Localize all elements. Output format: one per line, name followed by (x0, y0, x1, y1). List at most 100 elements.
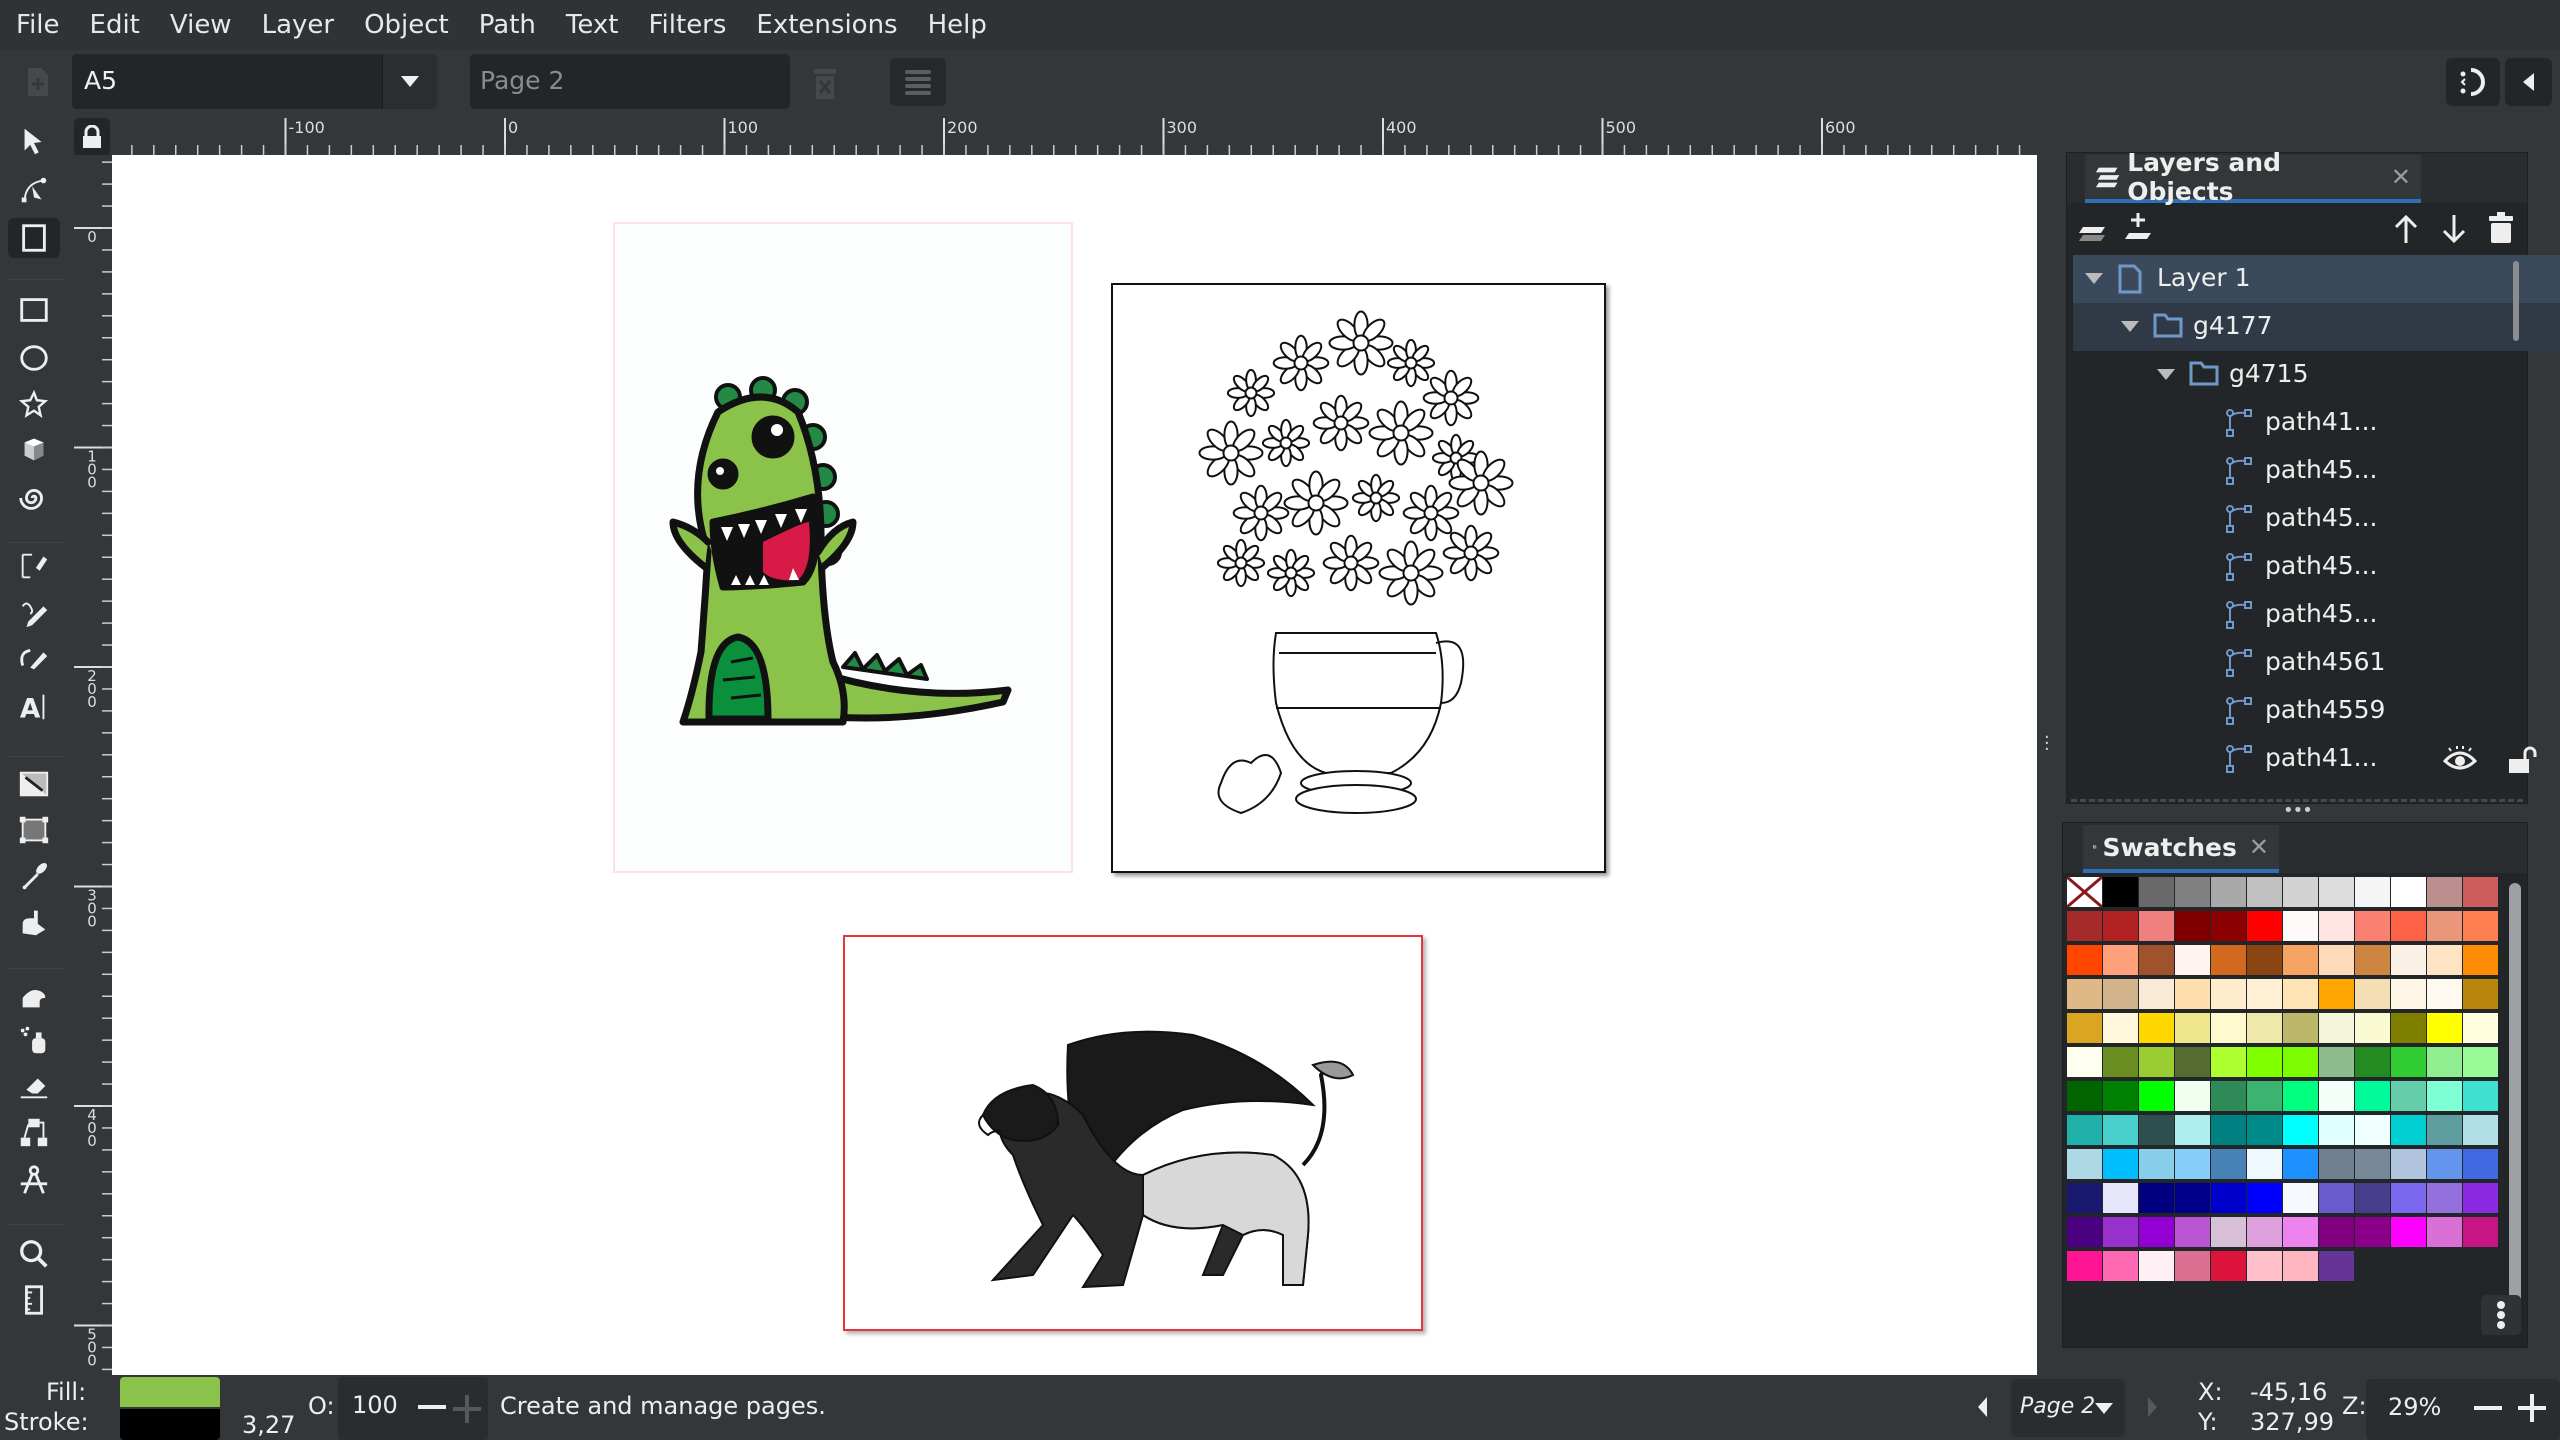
swatch[interactable] (2319, 1183, 2354, 1213)
layer-tree-row[interactable]: path41... (2073, 399, 2560, 447)
swatch[interactable] (2103, 1183, 2138, 1213)
swatch[interactable] (2103, 1047, 2138, 1077)
swatch[interactable] (2391, 1217, 2426, 1247)
swatch[interactable] (2247, 1115, 2282, 1145)
dock-resize-handle[interactable]: · · · (2044, 729, 2050, 759)
swatch[interactable] (2247, 877, 2282, 907)
swatch[interactable] (2463, 877, 2498, 907)
close-icon[interactable]: ✕ (2391, 163, 2411, 191)
dropper-tool[interactable] (8, 856, 60, 896)
swatch[interactable] (2319, 945, 2354, 975)
swatch[interactable] (2175, 1251, 2210, 1281)
swatch[interactable] (2427, 1149, 2462, 1179)
selector-tool[interactable] (8, 122, 60, 162)
page-3[interactable] (843, 935, 1423, 1331)
swatch[interactable] (2319, 1013, 2354, 1043)
swatch-none[interactable] (2066, 875, 2103, 909)
swatch[interactable] (2427, 911, 2462, 941)
zoom-out-button[interactable] (2474, 1406, 2502, 1410)
swatch[interactable] (2211, 1149, 2246, 1179)
swatch[interactable] (2391, 1081, 2426, 1111)
swatch[interactable] (2283, 1115, 2318, 1145)
raise-button[interactable] (2392, 213, 2420, 249)
swatch[interactable] (2103, 1013, 2138, 1043)
layer-tree-row[interactable]: Layer 1 (2073, 255, 2560, 303)
swatch[interactable] (2211, 1217, 2246, 1247)
swatch[interactable] (2355, 1183, 2390, 1213)
swatch[interactable] (2319, 877, 2354, 907)
swatch[interactable] (2283, 1149, 2318, 1179)
swatch[interactable] (2463, 1013, 2498, 1043)
swatch[interactable] (2211, 1047, 2246, 1077)
swatch[interactable] (2139, 1217, 2174, 1247)
swatch[interactable] (2283, 1047, 2318, 1077)
zoom-spinbox[interactable]: 29% (2366, 1379, 2560, 1440)
swatch[interactable] (2067, 1081, 2102, 1111)
swatch[interactable] (2391, 911, 2426, 941)
swatch[interactable] (2139, 877, 2174, 907)
page-label-input[interactable]: Page 2 (470, 54, 790, 109)
swatch[interactable] (2319, 1251, 2354, 1281)
page-size-dropdown-button[interactable] (382, 54, 437, 109)
calligraphy-tool[interactable] (8, 638, 60, 678)
swatch[interactable] (2139, 1047, 2174, 1077)
swatch[interactable] (2319, 1081, 2354, 1111)
swatch[interactable] (2391, 979, 2426, 1009)
swatch[interactable] (2355, 1115, 2390, 1145)
swatch[interactable] (2355, 945, 2390, 975)
bezier-tool[interactable] (8, 546, 60, 586)
swatch[interactable] (2211, 1081, 2246, 1111)
swatch[interactable] (2211, 1183, 2246, 1213)
page-size-combobox[interactable]: A5 (72, 54, 437, 109)
swatch[interactable] (2103, 945, 2138, 975)
swatch[interactable] (2391, 1013, 2426, 1043)
swatches-tab[interactable]: Swatches ✕ (2083, 825, 2279, 873)
swatch[interactable] (2427, 1013, 2462, 1043)
page-1[interactable] (613, 222, 1073, 873)
swatch[interactable] (2211, 945, 2246, 975)
swatch[interactable] (2067, 1217, 2102, 1247)
swatch[interactable] (2175, 1217, 2210, 1247)
swatch[interactable] (2355, 1013, 2390, 1043)
menu-view[interactable]: View (170, 10, 232, 40)
tweak-tool[interactable] (8, 976, 60, 1016)
next-page-button[interactable] (2148, 1397, 2157, 1417)
swatch[interactable] (2175, 1047, 2210, 1077)
guide-lock-button[interactable] (74, 118, 110, 156)
swatch[interactable] (2067, 1251, 2102, 1281)
mesh-tool[interactable] (8, 810, 60, 850)
swatch[interactable] (2355, 979, 2390, 1009)
snap-options-toggle[interactable] (2505, 58, 2552, 106)
delete-object-button[interactable] (2487, 211, 2515, 249)
menu-help[interactable]: Help (928, 10, 987, 40)
opacity-spinbox[interactable]: 100 (338, 1377, 488, 1440)
menu-path[interactable]: Path (479, 10, 536, 40)
panel-resize-grip[interactable]: ••• (2283, 800, 2313, 821)
page-options-menu-button[interactable] (890, 58, 946, 106)
swatch[interactable] (2391, 877, 2426, 907)
swatch[interactable] (2463, 1115, 2498, 1145)
rectangle-tool[interactable] (8, 290, 60, 330)
menu-file[interactable]: File (16, 10, 60, 40)
swatch[interactable] (2247, 945, 2282, 975)
swatch[interactable] (2067, 1047, 2102, 1077)
swatch[interactable] (2067, 945, 2102, 975)
swatch[interactable] (2067, 1183, 2102, 1213)
swatch[interactable] (2139, 1183, 2174, 1213)
swatch[interactable] (2139, 945, 2174, 975)
swatch[interactable] (2463, 911, 2498, 941)
swatch[interactable] (2211, 1115, 2246, 1145)
layer-tree-row[interactable]: g4715 (2073, 351, 2560, 399)
swatch[interactable] (2391, 1183, 2426, 1213)
swatch[interactable] (2427, 945, 2462, 975)
swatch[interactable] (2139, 1013, 2174, 1043)
swatches-options-button[interactable] (2481, 1295, 2521, 1335)
layer-tree-row[interactable]: path45... (2073, 543, 2560, 591)
3d-box-tool[interactable] (8, 430, 60, 470)
menu-object[interactable]: Object (364, 10, 449, 40)
node-tool[interactable] (8, 170, 60, 210)
swatch[interactable] (2355, 911, 2390, 941)
swatch[interactable] (2427, 979, 2462, 1009)
swatch[interactable] (2067, 979, 2102, 1009)
layer-tree-row[interactable]: path45... (2073, 447, 2560, 495)
